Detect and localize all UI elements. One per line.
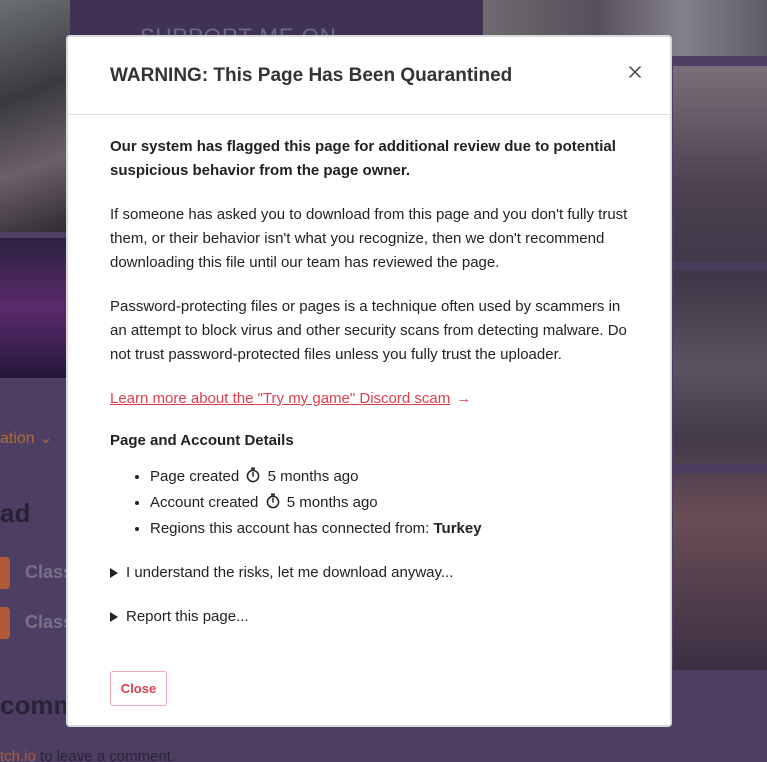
background-nav-link: ation ⌄ [0,430,53,447]
close-button[interactable]: Close [110,671,167,706]
disclosure-triangle-icon [110,612,118,622]
background-chip [0,557,10,589]
dialog-header: WARNING: This Page Has Been Quarantined [68,37,670,115]
discord-scam-link[interactable]: Learn more about the "Try my game" Disco… [110,387,471,411]
stopwatch-icon [246,467,260,491]
flag-notice: Our system has flagged this page for add… [110,138,616,179]
background-screenshots-column [673,66,767,670]
password-warning-paragraph: Password-protecting files or pages is a … [110,298,627,363]
page-created-label: Page created [150,468,240,485]
details-list: Page created 5 months ago Account create… [110,465,630,541]
background-nav-link-text: ation [0,430,35,447]
download-anyway-toggle[interactable]: I understand the risks, let me download … [110,561,630,585]
background-footer-link: tch.io [0,748,36,762]
details-heading: Page and Account Details [110,432,294,449]
page-created-value: 5 months ago [267,468,359,485]
arrow-right-icon: → [456,390,472,407]
report-page-label: Report this page... [126,608,249,625]
close-icon[interactable] [626,63,644,81]
background-cover-art [0,0,70,232]
trust-warning-paragraph: If someone has asked you to download fro… [110,206,628,271]
regions-value: Turkey [433,520,482,537]
regions-label: Regions this account has connected from: [150,520,430,537]
background-chip [0,607,10,639]
quarantine-warning-dialog: WARNING: This Page Has Been Quarantined … [66,35,672,727]
dialog-title: WARNING: This Page Has Been Quarantined [110,65,513,86]
background-heading: ad [0,498,31,528]
stopwatch-icon [266,493,280,517]
download-anyway-label: I understand the risks, let me download … [126,564,454,581]
background-footer-text: to leave a comment. [40,748,176,762]
account-created-value: 5 months ago [286,494,378,511]
background-separator [673,262,767,270]
report-page-toggle[interactable]: Report this page... [110,605,630,629]
page-created-item: Page created 5 months ago [150,465,630,491]
account-created-label: Account created [150,494,259,511]
discord-scam-link-text: Learn more about the "Try my game" Disco… [110,390,451,407]
disclosure-triangle-icon [110,568,118,578]
background-logo-art [0,238,70,378]
account-created-item: Account created 5 months ago [150,491,630,517]
dialog-body: Our system has flagged this page for add… [110,135,630,649]
background-footer: tch.io to leave a comment. [0,748,175,762]
regions-item: Regions this account has connected from:… [150,517,630,541]
background-separator [673,464,767,474]
